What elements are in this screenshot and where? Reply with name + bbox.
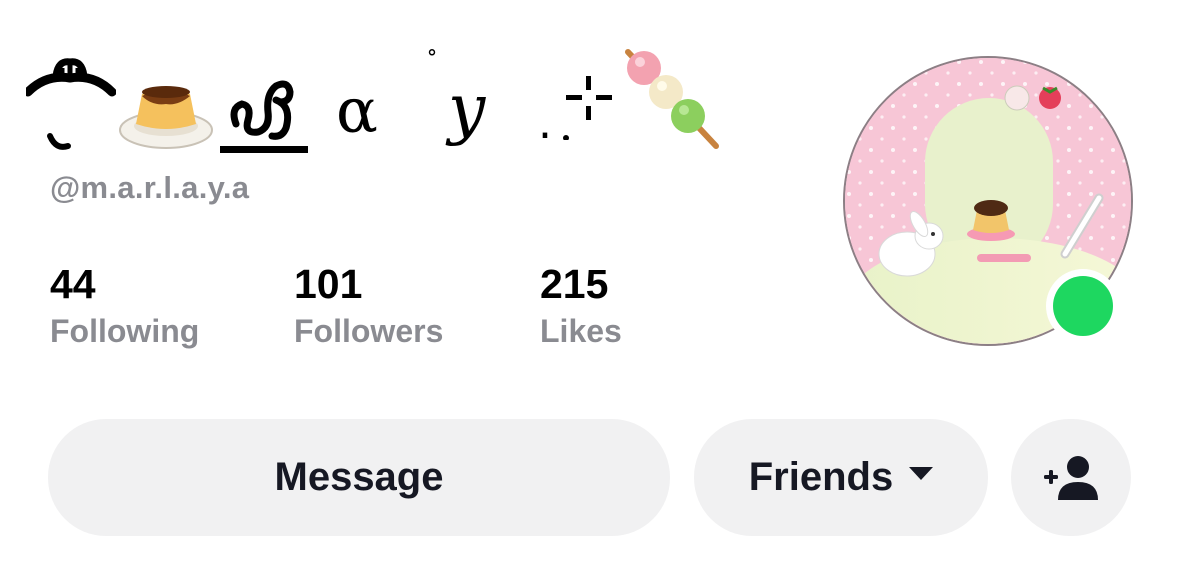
alpha-glyph: α xyxy=(336,74,378,147)
ring-glyph: ˚ xyxy=(426,48,438,76)
followers-count: 101 xyxy=(294,261,363,307)
dot-glyph: . xyxy=(538,98,552,149)
hat-glyph-icon xyxy=(26,58,116,150)
display-name: α ˚ y . xyxy=(22,40,742,160)
following-label: Following xyxy=(50,313,200,349)
likes-stat[interactable]: 215 Likes xyxy=(540,261,622,349)
add-user-icon xyxy=(1044,455,1098,500)
friends-button-label: Friends xyxy=(748,455,894,499)
message-button[interactable]: Message xyxy=(48,419,670,536)
friends-button[interactable]: Friends xyxy=(694,419,988,536)
avatar-container[interactable] xyxy=(843,56,1133,346)
username: @m.a.r.l.a.y.a xyxy=(50,170,250,205)
likes-label: Likes xyxy=(540,313,622,349)
dango-icon xyxy=(625,49,719,149)
online-dot xyxy=(1053,276,1113,336)
followers-stat[interactable]: 101 Followers xyxy=(294,261,444,349)
sparkle-icon xyxy=(563,76,612,140)
message-button-label: Message xyxy=(274,455,444,499)
likes-count: 215 xyxy=(540,261,609,307)
flan-icon xyxy=(119,86,213,149)
online-status-indicator xyxy=(1046,269,1120,343)
y-glyph: y xyxy=(448,70,486,147)
script-glyph-icon xyxy=(220,80,308,153)
following-count: 44 xyxy=(50,261,96,307)
following-stat[interactable]: 44 Following xyxy=(50,261,200,349)
caret-down-icon xyxy=(909,467,934,480)
followers-label: Followers xyxy=(294,313,444,349)
add-friend-button[interactable] xyxy=(1011,419,1131,536)
